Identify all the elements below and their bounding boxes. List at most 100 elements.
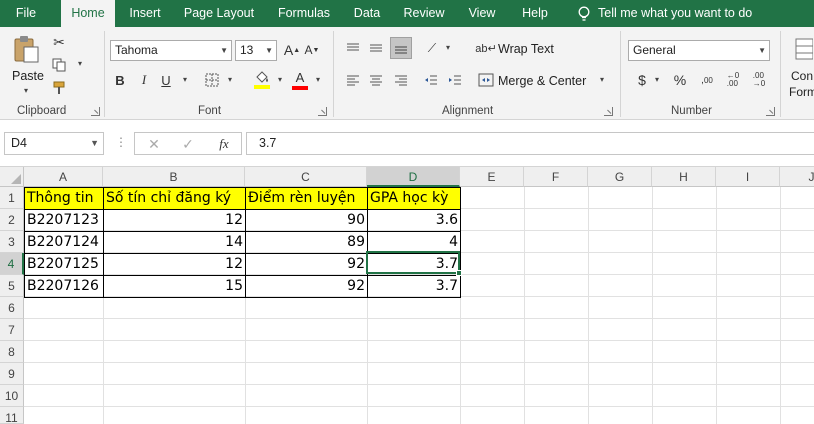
lightbulb-icon[interactable] [577, 6, 591, 22]
increase-indent-icon[interactable] [446, 71, 464, 89]
merge-center-button[interactable]: Merge & Center [498, 74, 586, 88]
row-header-6[interactable]: 6 [0, 297, 24, 319]
conditional-formatting-label-2[interactable]: Form [789, 85, 814, 99]
chevron-down-icon[interactable]: ▾ [446, 43, 450, 52]
row-header-1[interactable]: 1 [0, 187, 24, 209]
cell-c2[interactable]: 90 [246, 209, 367, 231]
cell-b1[interactable]: Số tín chỉ đăng ký [104, 187, 245, 209]
italic-icon[interactable]: I [136, 71, 152, 89]
column-header-d[interactable]: D [367, 167, 460, 187]
cell-c3[interactable]: 89 [246, 231, 367, 253]
tab-data[interactable]: Data [346, 0, 388, 27]
align-center-icon[interactable] [367, 71, 385, 89]
row-header-10[interactable]: 10 [0, 385, 24, 407]
cell-d1[interactable]: GPA học kỳ [368, 187, 460, 209]
conditional-formatting-label[interactable]: Con [791, 69, 813, 83]
chevron-down-icon[interactable]: ▾ [316, 75, 320, 84]
insert-function-icon[interactable]: fx [215, 135, 233, 153]
tab-review[interactable]: Review [396, 0, 452, 27]
chevron-down-icon[interactable]: ▾ [78, 59, 82, 68]
column-header-c[interactable]: C [245, 167, 367, 187]
orientation-icon[interactable]: ⟋ [422, 39, 442, 57]
tab-file[interactable]: File [0, 0, 52, 27]
chevron-down-icon[interactable]: ▾ [655, 75, 659, 84]
fill-handle[interactable] [456, 270, 462, 276]
tab-view[interactable]: View [460, 0, 504, 27]
number-launcher-icon[interactable] [766, 107, 775, 116]
font-name-select[interactable]: Tahoma ▼ [110, 40, 232, 61]
column-header-h[interactable]: H [652, 167, 716, 187]
row-header-4[interactable]: 4 [0, 253, 24, 275]
row-header-7[interactable]: 7 [0, 319, 24, 341]
row-header-11[interactable]: 11 [0, 407, 24, 424]
chevron-down-icon[interactable]: ▾ [183, 75, 187, 84]
column-header-a[interactable]: A [24, 167, 103, 187]
tab-formulas[interactable]: Formulas [270, 0, 338, 27]
copy-icon[interactable] [50, 56, 68, 74]
top-align-icon[interactable] [344, 39, 362, 57]
wrap-text-icon[interactable]: ab↵ [475, 40, 496, 56]
tell-me-box[interactable]: Tell me what you want to do [598, 0, 768, 27]
cell-a2[interactable]: B2207123 [25, 209, 103, 231]
underline-icon[interactable]: U [158, 71, 174, 89]
format-painter-icon[interactable] [50, 79, 68, 97]
merge-center-icon[interactable] [478, 72, 494, 88]
cell-b2[interactable]: 12 [104, 209, 245, 231]
align-left-icon[interactable] [344, 71, 362, 89]
comma-style-icon[interactable]: , 00 [696, 71, 718, 89]
decrease-decimal-icon[interactable]: .00 →0 [748, 71, 770, 89]
bottom-align-icon[interactable] [390, 37, 412, 59]
wrap-text-button[interactable]: Wrap Text [498, 42, 554, 56]
percent-icon[interactable]: % [672, 71, 688, 89]
tab-insert[interactable]: Insert [122, 0, 168, 27]
row-header-9[interactable]: 9 [0, 363, 24, 385]
fill-color-icon[interactable] [252, 69, 272, 91]
paste-label[interactable]: Paste [12, 69, 44, 83]
borders-icon[interactable] [203, 71, 221, 89]
formula-input[interactable]: 3.7 [246, 132, 814, 155]
font-size-select[interactable]: 13 ▼ [235, 40, 277, 61]
chevron-down-icon[interactable]: ▾ [24, 86, 28, 95]
increase-font-icon[interactable]: A ▲ [283, 41, 301, 59]
paste-icon[interactable] [10, 33, 42, 65]
tab-help[interactable]: Help [512, 0, 558, 27]
select-all-button[interactable] [0, 167, 24, 187]
cell-c5[interactable]: 92 [246, 275, 367, 297]
cell-c4[interactable]: 92 [246, 253, 367, 275]
column-header-b[interactable]: B [103, 167, 245, 187]
formula-bar-handle-icon[interactable]: ⋮ [115, 135, 127, 149]
middle-align-icon[interactable] [367, 39, 385, 57]
cell-a5[interactable]: B2207126 [25, 275, 103, 297]
conditional-formatting-icon[interactable] [792, 35, 814, 63]
cell-b5[interactable]: 15 [104, 275, 245, 297]
cell-a1[interactable]: Thông tin [25, 187, 103, 209]
column-header-g[interactable]: G [588, 167, 652, 187]
decrease-font-icon[interactable]: A ▼ [303, 41, 321, 59]
column-header-i[interactable]: I [716, 167, 780, 187]
cell-d5[interactable]: 3.7 [368, 275, 460, 297]
column-header-j[interactable]: J [780, 167, 814, 187]
column-header-e[interactable]: E [460, 167, 524, 187]
font-launcher-icon[interactable] [318, 107, 327, 116]
cell-a3[interactable]: B2207124 [25, 231, 103, 253]
row-header-2[interactable]: 2 [0, 209, 24, 231]
row-header-8[interactable]: 8 [0, 341, 24, 363]
row-header-3[interactable]: 3 [0, 231, 24, 253]
chevron-down-icon[interactable]: ▾ [228, 75, 232, 84]
row-header-5[interactable]: 5 [0, 275, 24, 297]
cut-icon[interactable]: ✂ [50, 33, 68, 51]
bold-icon[interactable]: B [112, 71, 128, 89]
clipboard-launcher-icon[interactable] [91, 107, 100, 116]
cell-d2[interactable]: 3.6 [368, 209, 460, 231]
chevron-down-icon[interactable]: ▾ [278, 75, 282, 84]
cancel-icon[interactable]: ✕ [145, 135, 163, 153]
cell-b3[interactable]: 14 [104, 231, 245, 253]
cell-d3[interactable]: 4 [368, 231, 460, 253]
enter-icon[interactable]: ✓ [179, 135, 197, 153]
align-right-icon[interactable] [392, 71, 410, 89]
tab-page-layout[interactable]: Page Layout [176, 0, 262, 27]
tab-home[interactable]: Home [61, 0, 115, 27]
number-format-select[interactable]: General ▼ [628, 40, 770, 61]
increase-decimal-icon[interactable]: ←0.00 [722, 71, 744, 89]
column-header-f[interactable]: F [524, 167, 588, 187]
